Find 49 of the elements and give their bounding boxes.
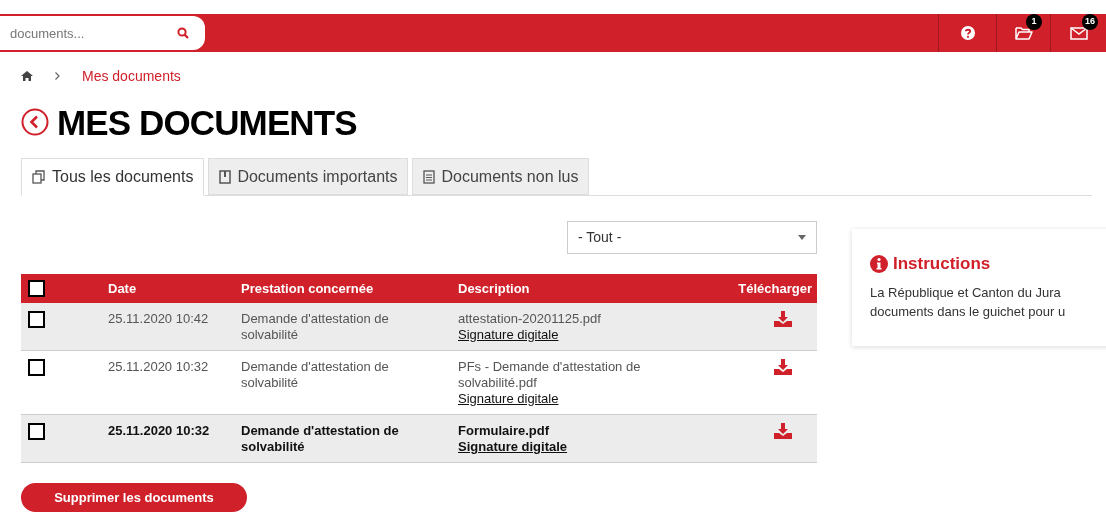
download-icon[interactable] <box>773 423 792 439</box>
checkbox[interactable] <box>28 280 45 297</box>
page-title: MES DOCUMENTS <box>57 104 357 140</box>
count-badge: 1 <box>1026 14 1042 30</box>
checkbox[interactable] <box>28 423 45 440</box>
file-name: Formulaire.pdf <box>458 423 549 439</box>
search-field[interactable]: documents... <box>0 16 205 50</box>
instructions-text: La République et Canton du Jura documents dans le guichet pour u <box>870 283 1067 321</box>
checkbox[interactable] <box>28 359 45 376</box>
tab[interactable]: Tous les documents <box>21 158 205 196</box>
file-name: PFs - Demande d'attestation de solvabilité.pdf <box>458 359 642 391</box>
service-text: Demande d'attestation de solvabilité <box>241 359 389 390</box>
folder-button[interactable]: 1 <box>996 14 1050 52</box>
home-icon[interactable] <box>21 71 33 81</box>
service-text: Demande d'attestation de solvabilité <box>241 311 389 342</box>
document-icon <box>423 169 436 184</box>
mail-button[interactable]: 16 <box>1050 14 1106 52</box>
document-icon <box>219 169 232 184</box>
column-header: Date <box>108 280 137 296</box>
search-icon <box>177 27 189 39</box>
date-text: 25.11.2020 10:42 <box>108 311 209 326</box>
column-header: Télécharger <box>738 280 812 296</box>
delete-button[interactable]: Supprimer les documents <box>21 483 247 512</box>
download-icon[interactable] <box>773 311 792 327</box>
envelope-icon <box>1069 26 1088 40</box>
file-name: attestation-20201125.pdf <box>458 311 601 327</box>
column-header: Prestation concernée <box>241 280 374 296</box>
column-header: Description <box>458 280 530 296</box>
caret-down-icon <box>798 235 806 240</box>
instructions-title: Instructions <box>893 253 991 275</box>
info-icon <box>870 254 888 273</box>
filter-dropdown[interactable]: - Tout - <box>567 221 817 254</box>
signature-link[interactable]: Signature digitale <box>458 391 559 407</box>
count-badge: 16 <box>1082 14 1098 30</box>
chevron-right-icon <box>55 72 60 80</box>
tab[interactable]: Documents non lus <box>412 158 590 195</box>
service-text: Demande d'attestation de solvabilité <box>241 423 399 454</box>
back-circle-icon[interactable] <box>21 108 49 136</box>
checkbox[interactable] <box>28 311 45 328</box>
download-icon[interactable] <box>773 359 792 375</box>
date-text: 25.11.2020 10:32 <box>108 423 210 438</box>
breadcrumb-link[interactable]: Mes documents <box>82 65 181 87</box>
signature-link[interactable]: Signature digitale <box>458 439 568 455</box>
help-icon <box>960 26 975 40</box>
date-text: 25.11.2020 10:32 <box>108 359 209 374</box>
signature-link[interactable]: Signature digitale <box>458 327 559 343</box>
copy-icon <box>32 170 46 184</box>
tab[interactable]: Documents importants <box>208 158 409 195</box>
folder-icon <box>1014 26 1033 40</box>
